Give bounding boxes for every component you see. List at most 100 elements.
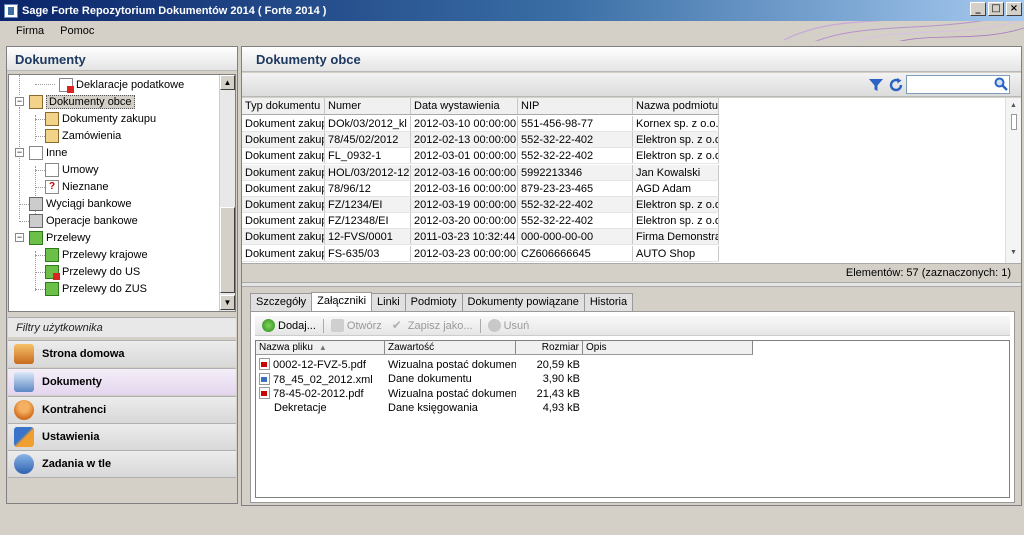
- table-cell: 000-000-00-00: [518, 229, 633, 245]
- list-item[interactable]: 78_45_02_2012.xml Dane dokumentu 3,90 kB: [256, 372, 583, 387]
- xml-icon: [259, 372, 270, 385]
- tree-item-deklaracje[interactable]: Deklaracje podatkowe: [59, 76, 184, 93]
- table-cell: 2012-03-20 00:00:00: [411, 213, 518, 229]
- table-row[interactable]: Dokument zakupu FL_0932-1 2012-03-01 00:00…: [242, 148, 719, 165]
- table-cell: DOk/03/2012_kl: [325, 116, 411, 131]
- table-cell: 12-FVS/0001: [325, 229, 411, 245]
- bank-operation-icon: [29, 213, 43, 228]
- tree-item-umowy[interactable]: Umowy: [45, 161, 99, 178]
- nav-ustawienia[interactable]: Ustawienia: [8, 423, 236, 450]
- list-item[interactable]: Dekretacje Dane księgowania 4,93 kB: [256, 401, 583, 416]
- save-as-button[interactable]: ✔ Zapisz jako...: [389, 319, 476, 332]
- nav-strona-domowa[interactable]: Strona domowa: [8, 340, 236, 367]
- table-cell: Firma Demonstra…: [633, 229, 719, 245]
- table-cell: CZ606666645: [518, 245, 633, 261]
- table-cell: 78/45/02/2012: [325, 132, 411, 148]
- delete-attachment-button[interactable]: Usuń: [485, 319, 533, 332]
- tab-dokumenty-powiazane[interactable]: Dokumenty powiązane: [461, 293, 585, 311]
- collapse-toggle[interactable]: −: [15, 148, 24, 157]
- attachment-size-cell: 3,90 kB: [542, 373, 580, 386]
- table-cell: 552-32-22-402: [518, 132, 633, 148]
- collapse-toggle[interactable]: −: [15, 233, 24, 242]
- list-item[interactable]: 78-45-02-2012.pdf Wizualna postać dokumen…: [256, 386, 583, 401]
- column-header[interactable]: Opis: [583, 341, 753, 354]
- table-cell: 2012-03-01 00:00:00: [411, 148, 518, 164]
- bank-statement-icon: [29, 196, 43, 211]
- scroll-thumb[interactable]: [1011, 114, 1017, 130]
- menu-pomoc[interactable]: Pomoc: [52, 25, 102, 37]
- tab-linki[interactable]: Linki: [371, 293, 406, 311]
- scroll-thumb[interactable]: [220, 207, 235, 293]
- table-row[interactable]: Dokument zakupu 78/96/12 2012-03-16 00:00:…: [242, 180, 719, 197]
- column-header[interactable]: Rozmiar: [516, 341, 583, 354]
- tree-item-wyciagi[interactable]: Wyciągi bankowe: [29, 195, 132, 212]
- tree-item-inne[interactable]: Inne: [29, 144, 67, 161]
- attachments-grid: Nazwa pliku ▲ Zawartość Rozmiar Opis 0002…: [255, 340, 1010, 498]
- maximize-button[interactable]: □: [988, 2, 1004, 16]
- table-cell: 552-32-22-402: [518, 213, 633, 229]
- tree-item-operacje[interactable]: Operacje bankowe: [29, 212, 138, 229]
- table-row[interactable]: Dokument zakupu FS-635/03 2012-03-23 00:00…: [242, 245, 719, 262]
- table-row[interactable]: Dokument zakupu FZ/1234/EI 2012-03-19 00:0…: [242, 197, 719, 213]
- add-attachment-button[interactable]: Dodaj...: [259, 319, 319, 332]
- tab-historia[interactable]: Historia: [583, 293, 634, 311]
- menu-firma[interactable]: Firma: [8, 25, 52, 37]
- list-item[interactable]: 0002-12-FVZ-5.pdf Wizualna postać dokumen…: [256, 357, 583, 372]
- tab-podmioty[interactable]: Podmioty: [404, 293, 463, 311]
- table-cell: 2012-03-10 00:00:00: [411, 116, 518, 131]
- scroll-up-arrow[interactable]: ▲: [220, 75, 235, 90]
- documents-grid: Typ dokumentu Numer Data wystawienia NIP…: [242, 98, 1021, 264]
- grid-scrollbar[interactable]: ▲ ▼: [1005, 98, 1021, 263]
- table-row[interactable]: Dokument zakupu 12-FVS/0001 2011-03-23 10:…: [242, 229, 719, 246]
- nav-kontrahenci[interactable]: Kontrahenci: [8, 396, 236, 423]
- table-row[interactable]: Dokument zakupu HOL/03/2012-12 2012-03-16 …: [242, 164, 719, 181]
- tree-item-zamowienia[interactable]: Zamówienia: [45, 127, 121, 144]
- tree-scrollbar[interactable]: ▲ ▼: [219, 75, 235, 311]
- user-filters-label[interactable]: Filtry użytkownika: [8, 317, 236, 337]
- tab-szczegoly[interactable]: Szczegóły: [250, 293, 313, 311]
- domestic-transfer-icon: [45, 247, 59, 262]
- scroll-up-arrow[interactable]: ▲: [1010, 102, 1017, 109]
- table-row[interactable]: Dokument zakupu FZ/12348/EI 2012-03-20 00:…: [242, 213, 719, 230]
- nav-zadania-w-tle[interactable]: Zadania w tle: [8, 450, 236, 477]
- table-row[interactable]: Dokument zakupu DOk/03/2012_kl 2012-03-10 …: [242, 116, 719, 132]
- tab-zalaczniki[interactable]: Załączniki: [311, 292, 373, 311]
- tree-item-przelewy-us[interactable]: Przelewy do US: [45, 263, 140, 280]
- column-header[interactable]: Numer: [325, 98, 411, 114]
- tree-item-przelewy-zus[interactable]: Przelewy do ZUS: [45, 280, 147, 297]
- tree-item-przelewy[interactable]: Przelewy: [29, 229, 91, 246]
- filter-icon[interactable]: [868, 77, 884, 93]
- column-header[interactable]: Nazwa podmiotu: [633, 98, 719, 114]
- column-header[interactable]: Zawartość: [385, 341, 516, 354]
- scroll-down-arrow[interactable]: ▼: [1010, 249, 1017, 256]
- nav-dokumenty[interactable]: Dokumenty: [8, 368, 236, 395]
- list-toolbar: [242, 73, 1021, 97]
- table-cell: Dokument zakupu: [242, 164, 325, 180]
- column-header[interactable]: Data wystawienia: [411, 98, 518, 114]
- close-button[interactable]: ×: [1006, 2, 1022, 16]
- tree-item-dokumenty-obce[interactable]: Dokumenty obce: [29, 93, 135, 110]
- tree-item-przelewy-krajowe[interactable]: Przelewy krajowe: [45, 246, 148, 263]
- refresh-icon[interactable]: [888, 77, 904, 93]
- decorative-swirl: [784, 21, 1024, 41]
- table-cell: Elektron sp. z o.o.: [633, 197, 719, 212]
- table-row[interactable]: Dokument zakupu 78/45/02/2012 2012-02-13 0…: [242, 132, 719, 149]
- menu-bar: Firma Pomoc: [0, 21, 1024, 41]
- pane-splitter[interactable]: [242, 282, 1021, 287]
- tree-item-dokumenty-zakupu[interactable]: Dokumenty zakupu: [45, 110, 156, 127]
- window-title: Sage Forte Repozytorium Dokumentów 2014 …: [22, 4, 327, 17]
- home-icon: [14, 344, 34, 364]
- nav-footer: [8, 477, 236, 503]
- scroll-down-arrow[interactable]: ▼: [220, 295, 235, 310]
- tree-item-nieznane[interactable]: ? Nieznane: [45, 178, 108, 195]
- search-icon[interactable]: [994, 77, 1008, 91]
- table-cell: Dokument zakupu: [242, 180, 325, 196]
- checkmark-icon: ✔: [391, 318, 402, 332]
- table-cell: 2012-03-16 00:00:00: [411, 164, 518, 180]
- column-header[interactable]: Typ dokumentu: [242, 98, 325, 114]
- open-attachment-button[interactable]: Otwórz: [328, 319, 385, 332]
- collapse-toggle[interactable]: −: [15, 97, 24, 106]
- column-header[interactable]: NIP: [518, 98, 633, 114]
- minimize-button[interactable]: _: [970, 2, 986, 16]
- column-header[interactable]: Nazwa pliku ▲: [256, 341, 385, 354]
